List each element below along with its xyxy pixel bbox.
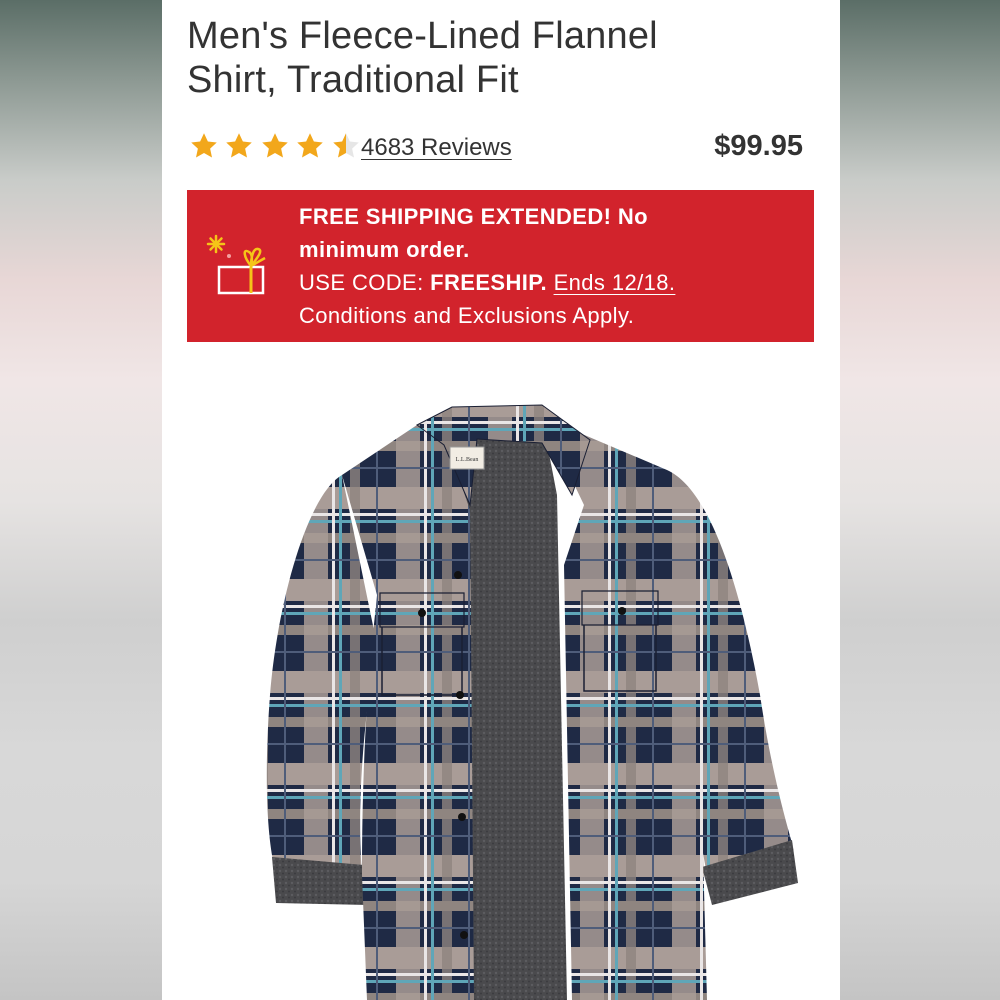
product-title-line1: Men's Fleece-Lined Flannel (187, 15, 658, 57)
promo-conditions: Conditions and Exclusions Apply. (299, 303, 635, 328)
promo-headline: FREE SHIPPING EXTENDED! No minimum order… (299, 200, 799, 266)
rating-row: 4683 Reviews $99.95 (189, 130, 803, 170)
promo-code-line: USE CODE: FREESHIP. Ends 12/18. (299, 266, 799, 299)
star-icon (226, 133, 253, 158)
promo-banner: FREE SHIPPING EXTENDED! No minimum order… (187, 190, 814, 342)
star-icon (191, 133, 217, 158)
product-price: $99.95 (714, 130, 803, 162)
shirt-label-text: L.L.Bean (456, 457, 479, 463)
half-star-icon (333, 133, 359, 158)
star-rating[interactable] (189, 131, 362, 165)
gift-icon (206, 234, 266, 295)
star-icon (262, 133, 288, 158)
promo-headline-line2: minimum order. (299, 237, 470, 262)
promo-code: FREESHIP. (430, 270, 548, 295)
background-right (840, 0, 1000, 1000)
promo-code-prefix: USE CODE: (299, 270, 431, 295)
flannel-shirt-image[interactable]: L.L.Bean (212, 395, 812, 1000)
product-title: Men's Fleece-Lined Flannel Shirt, Tradit… (187, 14, 827, 102)
star-icon (297, 133, 324, 158)
promo-headline-line1: FREE SHIPPING EXTENDED! No (299, 204, 648, 229)
promo-ends-link[interactable]: Ends 12/18. (554, 270, 676, 295)
background-left (0, 0, 162, 1000)
promo-text: FREE SHIPPING EXTENDED! No minimum order… (299, 200, 799, 332)
reviews-link[interactable]: 4683 Reviews (361, 134, 512, 162)
product-title-line2: Shirt, Traditional Fit (187, 59, 519, 101)
product-panel: Men's Fleece-Lined Flannel Shirt, Tradit… (162, 0, 840, 1000)
